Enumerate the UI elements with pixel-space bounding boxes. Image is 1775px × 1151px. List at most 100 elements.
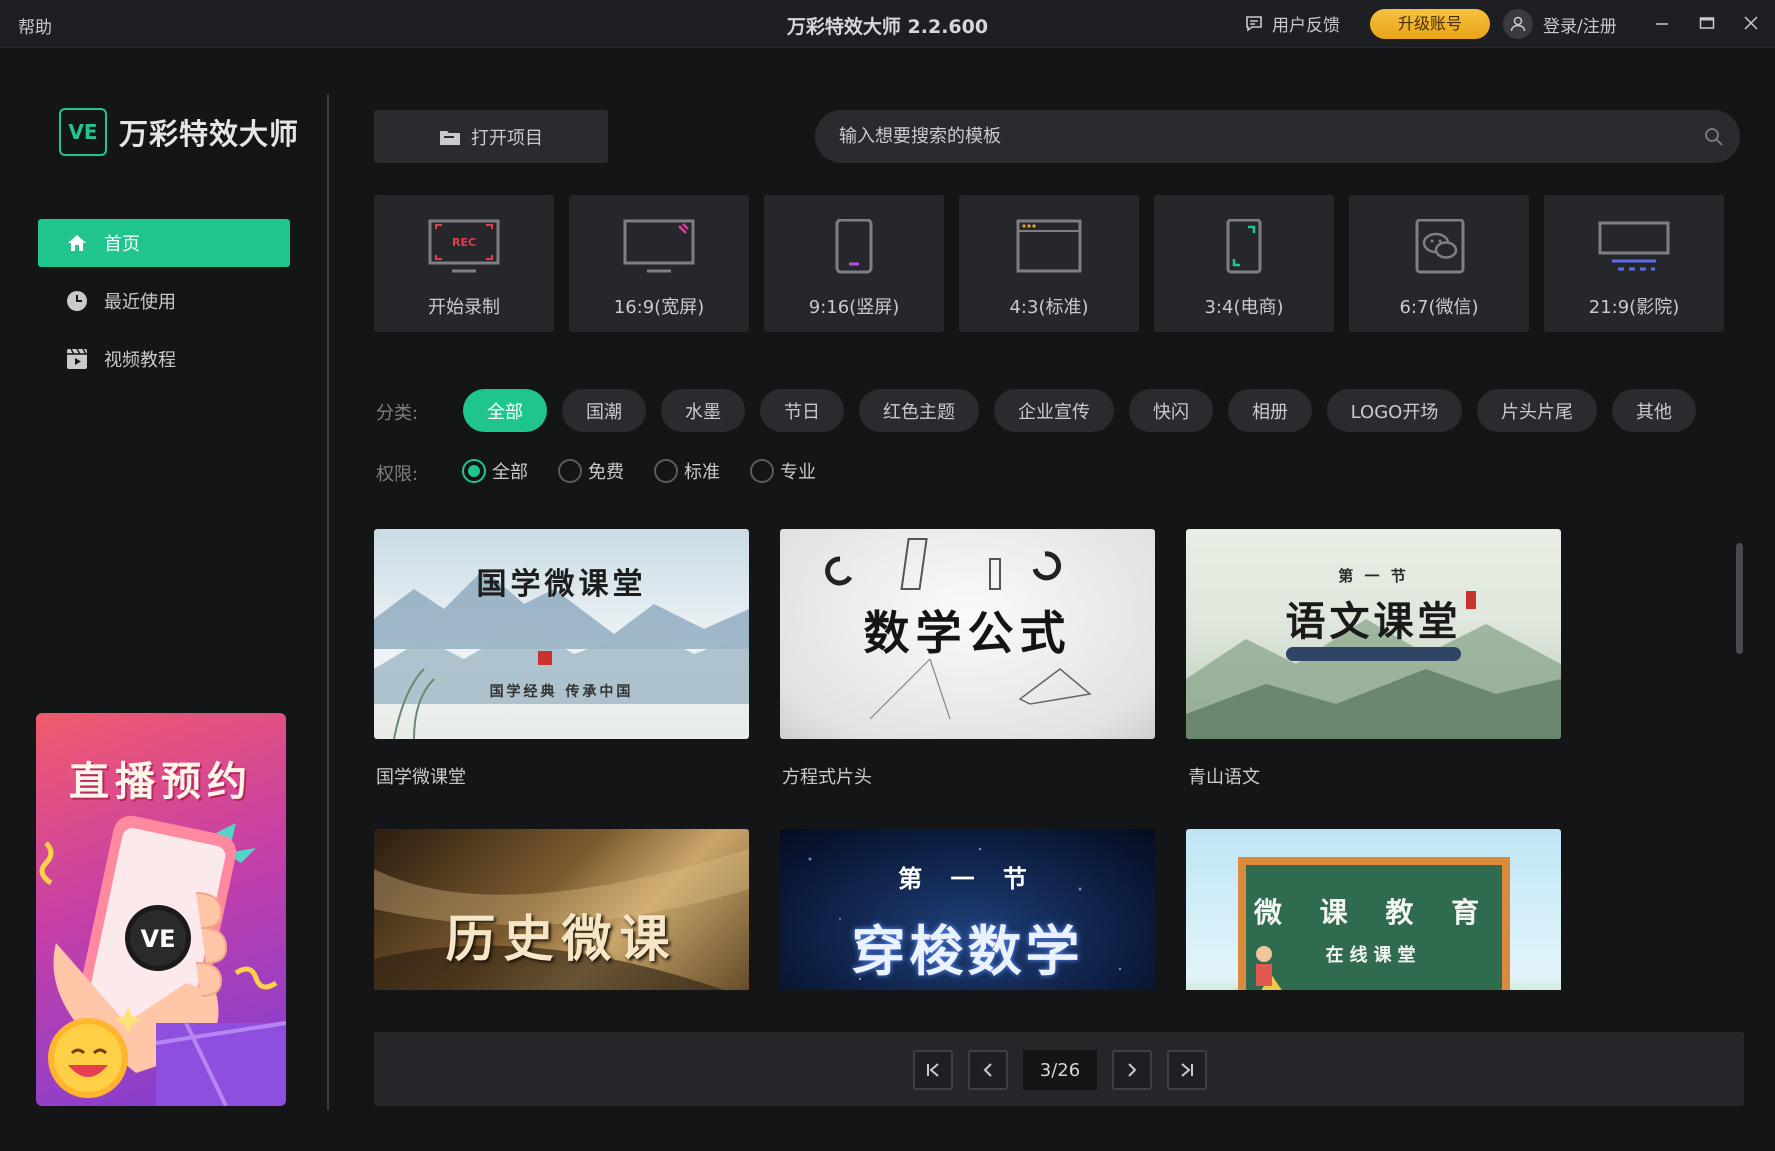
radio-label: 标准: [684, 462, 720, 483]
template-thumbnail[interactable]: 数学公式: [780, 529, 1155, 739]
standard-window-icon: [1009, 215, 1089, 279]
ratio-card-3-4[interactable]: 3:4(电商): [1154, 195, 1334, 332]
template-thumbnail[interactable]: 历史微课: [374, 829, 749, 990]
user-avatar-icon: [1503, 9, 1533, 39]
template-card[interactable]: 数学公式 方程式片头: [780, 529, 1155, 789]
cinema-screen-icon: [1594, 215, 1674, 279]
category-chip-festival[interactable]: 节日: [760, 389, 844, 432]
template-thumbnail[interactable]: 第 一 节 穿梭数学: [780, 829, 1155, 990]
sidebar-item-recent[interactable]: 最近使用: [38, 277, 290, 325]
category-chip-album[interactable]: 相册: [1228, 389, 1312, 432]
page-indicator[interactable]: 3/26: [1023, 1050, 1097, 1090]
ratio-label: 4:3(标准): [1009, 297, 1089, 318]
promo-illustration: VE: [39, 815, 286, 1106]
ratio-label: 3:4(电商): [1204, 297, 1284, 318]
template-grid: 国学微课堂 国学经典 传承中国 国学微课堂 数学公式 方程式片头 第 一 节 语…: [374, 529, 1564, 990]
last-page-icon: [1181, 1063, 1193, 1077]
thumbnail-title: 穿梭数学: [851, 919, 1084, 983]
ratio-label: 16:9(宽屏): [613, 297, 705, 318]
ratio-card-16-9[interactable]: 16:9(宽屏): [569, 195, 749, 332]
help-menu[interactable]: 帮助: [18, 13, 52, 38]
template-card[interactable]: 历史微课: [374, 829, 749, 990]
template-card[interactable]: 第 一 节 语文课堂 青山语文: [1186, 529, 1561, 789]
category-chips: 全部 国潮 水墨 节日 红色主题 企业宣传 快闪 相册 LOGO开场 片头片尾 …: [463, 389, 1696, 432]
thumbnail-title: 国学微课堂: [476, 567, 647, 602]
maximize-button[interactable]: [1694, 10, 1720, 36]
svg-text:REC: REC: [452, 236, 476, 249]
minimize-button[interactable]: [1649, 10, 1675, 36]
live-booking-banner[interactable]: 直播预约 VE: [36, 713, 286, 1106]
template-search[interactable]: [815, 110, 1740, 163]
first-page-button[interactable]: [913, 1050, 953, 1090]
template-thumbnail[interactable]: 微 课 教 育 在线课堂: [1186, 829, 1561, 990]
permission-radio-all[interactable]: 全部: [462, 458, 528, 484]
thumbnail-subtitle: 国学经典 传承中国: [489, 684, 634, 700]
record-icon: REC: [424, 215, 504, 279]
sidebar-item-video-tutorial[interactable]: 视频教程: [38, 335, 290, 383]
template-card[interactable]: 微 课 教 育 在线课堂: [1186, 829, 1561, 990]
widescreen-icon: [619, 215, 699, 279]
category-chip-other[interactable]: 其他: [1612, 389, 1696, 432]
close-icon: [1744, 16, 1758, 30]
permission-radio-free[interactable]: 免费: [558, 458, 624, 484]
login-label: 登录/注册: [1543, 16, 1617, 37]
thumbnail-title: 微 课 教 育: [1253, 896, 1494, 929]
sidebar-divider: [327, 94, 329, 1110]
upgrade-account-button[interactable]: 升级账号: [1370, 9, 1490, 39]
permission-radio-standard[interactable]: 标准: [654, 458, 720, 484]
template-card[interactable]: 第 一 节 穿梭数学: [780, 829, 1155, 990]
minimize-icon: [1656, 23, 1668, 25]
radio-label: 免费: [588, 462, 624, 483]
maximize-icon: [1699, 17, 1715, 29]
video-tutorial-icon: [67, 348, 87, 369]
ratio-card-21-9[interactable]: 21:9(影院): [1544, 195, 1724, 332]
open-project-button[interactable]: 打开项目: [374, 110, 608, 163]
category-chip-red-theme[interactable]: 红色主题: [859, 389, 979, 432]
last-page-button[interactable]: [1167, 1050, 1207, 1090]
category-chip-flash[interactable]: 快闪: [1129, 389, 1213, 432]
ratio-card-4-3[interactable]: 4:3(标准): [959, 195, 1139, 332]
search-input[interactable]: [839, 126, 1659, 147]
login-register-button[interactable]: 登录/注册: [1503, 9, 1617, 39]
feedback-button[interactable]: 用户反馈: [1244, 11, 1340, 36]
ratio-card-9-16[interactable]: 9:16(竖屏): [764, 195, 944, 332]
ratio-label: 9:16(竖屏): [808, 297, 900, 318]
clock-icon: [67, 291, 87, 311]
previous-page-button[interactable]: [968, 1050, 1008, 1090]
radio-label: 专业: [780, 462, 816, 483]
template-scrollbar[interactable]: [1736, 543, 1743, 654]
sidebar-item-label: 最近使用: [104, 292, 176, 313]
logo-mark: VE: [59, 108, 107, 156]
ratio-card-record[interactable]: REC 开始录制: [374, 195, 554, 332]
sidebar-item-home[interactable]: 首页: [38, 219, 290, 267]
app-logo: VE 万彩特效大师: [59, 108, 299, 156]
sidebar-item-label: 首页: [104, 234, 140, 255]
search-icon[interactable]: [1704, 127, 1724, 147]
thumbnail-title: 数学公式: [863, 606, 1072, 660]
home-icon: [68, 235, 86, 251]
category-chip-ink[interactable]: 水墨: [661, 389, 745, 432]
next-page-button[interactable]: [1112, 1050, 1152, 1090]
close-button[interactable]: [1738, 10, 1764, 36]
category-filter-label: 分类:: [376, 403, 419, 424]
permission-radios: 全部 免费 标准 专业: [462, 458, 816, 484]
sidebar-item-label: 视频教程: [104, 350, 176, 371]
template-card[interactable]: 国学微课堂 国学经典 传承中国 国学微课堂: [374, 529, 749, 789]
template-name: 青山语文: [1188, 767, 1260, 788]
radio-label: 全部: [492, 462, 528, 483]
ratio-card-6-7[interactable]: 6:7(微信): [1349, 195, 1529, 332]
ecommerce-phone-icon: [1204, 215, 1284, 279]
category-chip-all[interactable]: 全部: [463, 389, 547, 432]
radio-indicator: [654, 459, 678, 483]
category-chip-corporate[interactable]: 企业宣传: [994, 389, 1114, 432]
permission-radio-pro[interactable]: 专业: [750, 458, 816, 484]
template-name: 国学微课堂: [376, 767, 466, 788]
template-thumbnail[interactable]: 国学微课堂 国学经典 传承中国: [374, 529, 749, 739]
ratio-label: 6:7(微信): [1399, 297, 1479, 318]
category-chip-intro-outro[interactable]: 片头片尾: [1477, 389, 1597, 432]
category-chip-guochao[interactable]: 国潮: [562, 389, 646, 432]
template-thumbnail[interactable]: 第 一 节 语文课堂: [1186, 529, 1561, 739]
category-chip-logo-opening[interactable]: LOGO开场: [1327, 389, 1462, 432]
logo-text: 万彩特效大师: [119, 117, 300, 151]
open-project-label: 打开项目: [471, 127, 543, 149]
